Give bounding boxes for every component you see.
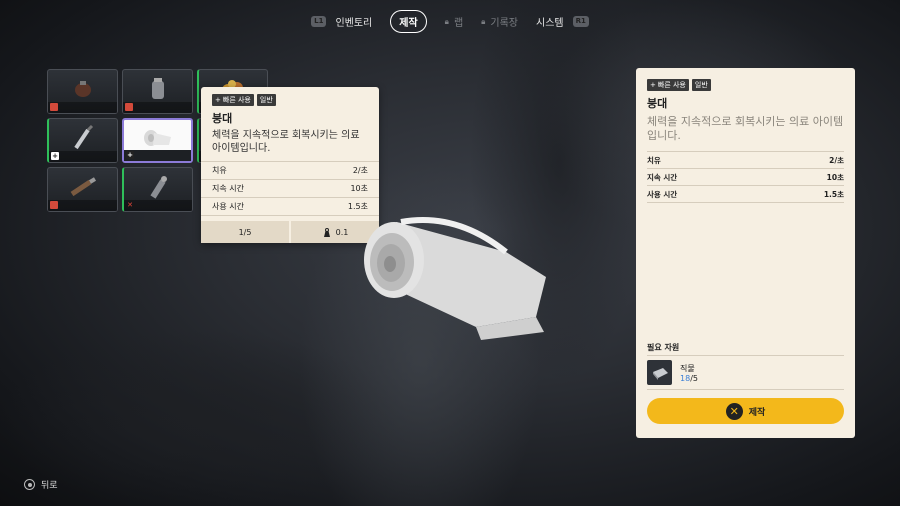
red-material-badge [50,201,58,209]
shotgun-shell-icon [70,177,96,197]
resource-need: /5 [690,373,698,383]
tab-inventory[interactable]: 인벤토리 [335,14,372,29]
tab-crafting-label: 제작 [399,18,418,29]
stat-row: 치유 2/초 [647,152,844,169]
tab-crafting[interactable]: 제작 [390,10,427,33]
recipe-slot-spray[interactable]: ✕ [122,167,193,212]
stat-label: 치유 [647,155,661,165]
weight-value: 0.1 [335,227,349,237]
cross-button-icon: ✕ [725,402,743,420]
tab-lab[interactable]: 🔒︎ 랩 [444,14,464,30]
recipe-slot-grenade[interactable] [47,69,118,114]
plus-icon: + [215,96,221,104]
craft-button[interactable]: ✕ 제작 [647,398,844,424]
plus-badge-icon: + [126,151,134,159]
top-navigation: L1 인벤토리 제작 🔒︎ 랩 🔒︎ 기록장 시스템 R1 [0,10,900,33]
item-tooltip: + 빠른 사용 일반 붕대 체력을 지속적으로 회복시키는 의료 아이템입니다. … [201,87,379,243]
stat-value: 1.5초 [823,189,844,199]
weight-icon [323,227,330,237]
required-resource-item: 직물 18/5 [647,360,698,385]
back-button[interactable]: 뒤로 [24,478,58,491]
quick-use-label: 빠른 사용 [222,96,251,104]
stat-label: 지속 시간 [647,172,678,182]
craft-button-label: 제작 [748,407,766,418]
stat-row: 지속 시간 10초 [647,169,844,186]
recipe-slot-canister[interactable] [122,69,193,114]
panel-description: 체력을 지속적으로 회복시키는 의료 아이템입니다. [647,115,844,142]
quick-use-tag: + 빠른 사용 [647,79,689,91]
stat-label: 지속 시간 [212,184,244,193]
resource-count: 18/5 [680,374,698,383]
cross-mark-icon: ✕ [127,201,133,209]
syringe-icon [74,125,94,150]
resource-have: 18 [680,373,691,383]
tooltip-title: 붕대 [212,112,233,125]
recipe-slot-bandage[interactable]: + [122,118,193,163]
stat-value: 2/초 [352,166,368,175]
r1-button-hint[interactable]: R1 [572,16,589,27]
quick-use-tag: + 빠른 사용 [212,94,254,106]
canister-icon [151,78,164,100]
stat-value: 10초 [826,172,844,182]
stat-label: 사용 시간 [647,189,678,199]
l1-button-hint[interactable]: L1 [311,16,327,27]
stack-count-value: 1/5 [238,227,252,237]
tooltip-stats: 치유 2/초 지속 시간 10초 사용 시간 1.5초 [201,161,379,216]
grenade-icon [74,81,91,98]
plus-icon: + [650,81,656,89]
tab-journal[interactable]: 🔒︎ 기록장 [481,14,519,30]
stat-label: 치유 [212,166,227,175]
stack-count: 1/5 [201,221,289,243]
red-material-badge [125,103,133,111]
lock-icon: 🔒︎ [481,16,486,26]
lock-icon: 🔒︎ [444,16,449,26]
resource-name: 직물 [680,363,695,373]
tab-inventory-label: 인벤토리 [335,18,373,29]
plus-badge-icon: + [51,152,59,160]
spray-can-icon [150,176,167,199]
type-tag: 일반 [691,79,711,91]
tooltip-description: 체력을 지속적으로 회복시키는 의료 아이템입니다. [212,130,360,154]
stat-row: 치유 2/초 [201,162,379,180]
bandage-3d-preview [364,217,546,340]
red-material-badge [50,103,58,111]
tab-system-label: 시스템 [536,18,564,29]
recipe-slot-syringe[interactable]: + [47,118,118,163]
bandage-icon [143,130,171,147]
quick-use-label: 빠른 사용 [657,81,686,89]
stat-row: 지속 시간 10초 [201,180,379,198]
type-tag: 일반 [256,94,276,106]
recipe-slot-shell[interactable] [47,167,118,212]
stat-value: 2/초 [829,155,844,165]
stat-row: 사용 시간 1.5초 [201,198,379,216]
stat-row: 사용 시간 1.5초 [647,186,844,203]
tab-lab-label: 랩 [453,18,464,29]
tab-system[interactable]: 시스템 [536,14,564,29]
back-label: 뒤로 [41,481,58,491]
circle-button-icon [24,479,35,490]
required-resources-title: 필요 자원 [647,343,680,352]
panel-title: 붕대 [647,97,668,110]
tooltip-footer: 1/5 0.1 [201,221,379,243]
fabric-icon [647,360,672,385]
detail-panel: + 빠른 사용 일반 붕대 체력을 지속적으로 회복시키는 의료 아이템입니다. … [636,68,855,438]
panel-stats: 치유 2/초 지속 시간 10초 사용 시간 1.5초 [647,151,844,203]
stat-label: 사용 시간 [212,202,244,211]
tab-journal-label: 기록장 [490,18,519,29]
